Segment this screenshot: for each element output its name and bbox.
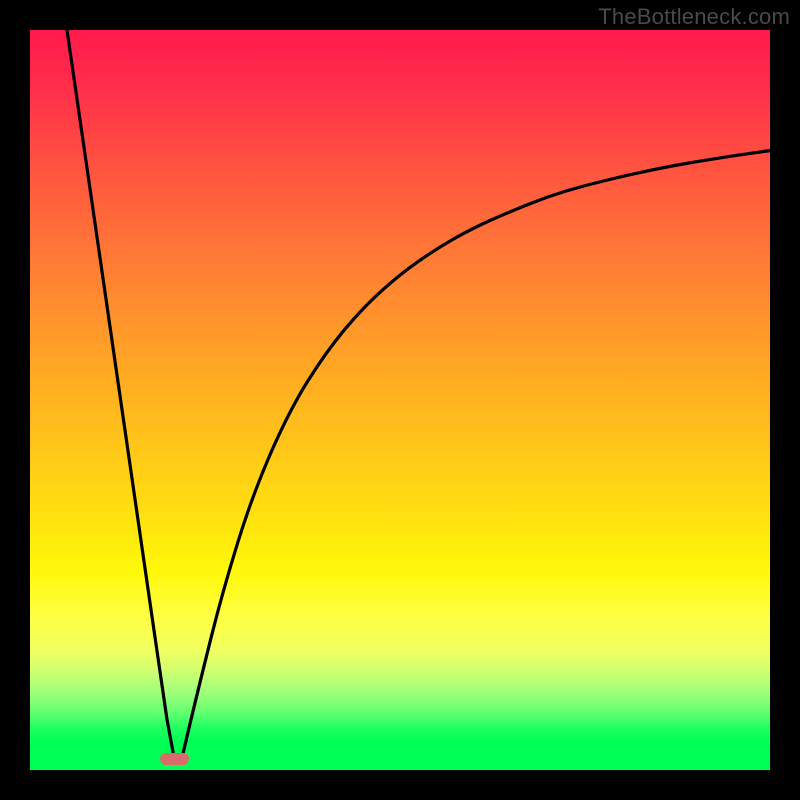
watermark-text: TheBottleneck.com — [598, 4, 790, 30]
optimal-marker — [160, 753, 190, 765]
plot-area — [30, 30, 770, 770]
heat-gradient — [30, 30, 770, 742]
